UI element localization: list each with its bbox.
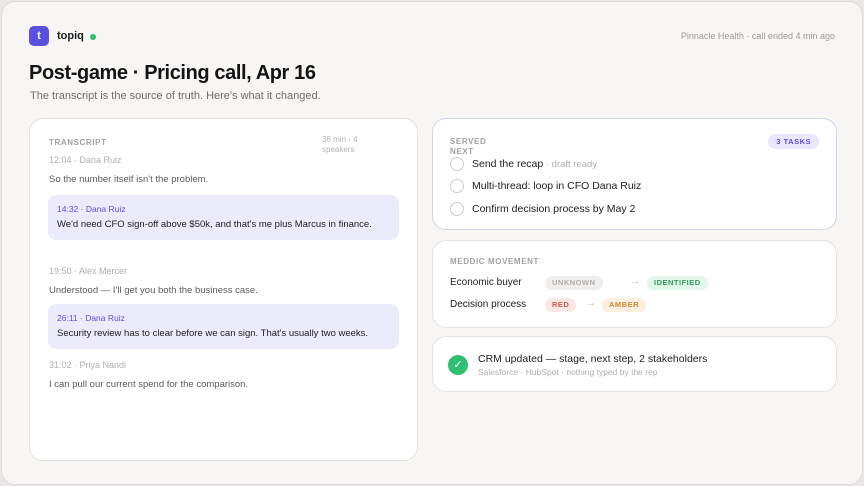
entry-meta: 26:11 · Dana Ruiz <box>57 313 125 323</box>
status-dot-icon <box>90 34 96 40</box>
crm-subtitle: Salesforce · HubSpot · nothing typed by … <box>478 367 658 377</box>
arrow-right-icon: → <box>630 276 640 287</box>
task-label: Multi-thread: loop in CFO Dana Ruiz <box>472 180 642 192</box>
meddic-field: Economic buyer <box>450 277 522 288</box>
entry-text: Understood — I'll get you both the busin… <box>49 285 258 296</box>
meddic-field: Decision process <box>450 299 527 310</box>
status-badge-from: RED <box>545 298 577 312</box>
task-label: Send the recap <box>472 158 544 170</box>
call-meta: Pinnacle Health · call ended 4 min ago <box>680 31 835 41</box>
brand-name: topiq <box>57 30 84 42</box>
app-window: t topiq Pinnacle Health · call ended 4 m… <box>1 1 863 485</box>
arrow-right-icon: → <box>586 298 596 309</box>
transcript-entry[interactable]: 12:04 · Dana Ruiz So the number itself i… <box>49 155 400 187</box>
transcript-entry-highlighted[interactable]: 14:32 · Dana Ruiz We'd need CFO sign-off… <box>48 195 399 240</box>
served-next-label: SERVED NEXT <box>450 137 487 156</box>
status-badge-from: UNKNOWN <box>545 276 603 290</box>
entry-meta: 14:32 · Dana Ruiz <box>57 204 126 214</box>
meddic-card: MEDDIC MOVEMENT Economic buyer UNKNOWN →… <box>432 240 837 328</box>
task-sub: · draft ready <box>543 159 598 170</box>
crm-update-card[interactable]: ✓ CRM updated — stage, next step, 2 stak… <box>432 336 837 392</box>
served-next-card: SERVED NEXT 3 TASKS Send the recap · dra… <box>432 118 837 230</box>
transcript-meta: 38 min · 4 speakers <box>322 135 358 154</box>
page-subtitle: The transcript is the source of truth. H… <box>30 90 321 102</box>
status-badge-to: IDENTIFIED <box>647 276 708 290</box>
check-icon: ✓ <box>448 355 468 375</box>
task-checkbox[interactable] <box>450 179 464 193</box>
transcript-entry[interactable]: 31:02 · Priya Nandi I can pull our curre… <box>49 360 400 392</box>
meddic-row: Decision process RED → AMBER <box>450 298 830 312</box>
status-badge-to: AMBER <box>602 298 646 312</box>
transcript-entry[interactable]: 19:50 · Alex Mercer Understood — I'll ge… <box>49 266 400 298</box>
entry-meta: 19:50 · Alex Mercer <box>49 266 128 276</box>
transcript-card: TRANSCRIPT 38 min · 4 speakers 12:04 · D… <box>29 118 418 461</box>
transcript-entry-highlighted[interactable]: 26:11 · Dana Ruiz Security review has to… <box>48 304 399 349</box>
meddic-label: MEDDIC MOVEMENT <box>450 257 539 266</box>
entry-text: We'd need CFO sign-off above $50k, and t… <box>57 219 372 230</box>
tasks-count-badge: 3 TASKS <box>768 134 819 149</box>
brand-logo: t <box>29 26 49 46</box>
crm-title: CRM updated — stage, next step, 2 stakeh… <box>478 353 708 365</box>
entry-text: Security review has to clear before we c… <box>57 328 369 339</box>
task-checkbox[interactable] <box>450 202 464 216</box>
task-label: Confirm decision process by May 2 <box>472 203 636 215</box>
entry-meta: 31:02 · Priya Nandi <box>49 360 127 370</box>
task-checkbox[interactable] <box>450 157 464 171</box>
meddic-row: Economic buyer UNKNOWN → IDENTIFIED <box>450 276 830 290</box>
entry-text: I can pull our current spend for the com… <box>49 379 249 390</box>
page-title: Post-game · Pricing call, Apr 16 <box>29 62 316 84</box>
entry-text: So the number itself isn't the problem. <box>49 174 209 185</box>
transcript-label: TRANSCRIPT <box>49 138 107 147</box>
entry-meta: 12:04 · Dana Ruiz <box>49 155 122 165</box>
top-bar: t topiq Pinnacle Health · call ended 4 m… <box>29 26 835 48</box>
